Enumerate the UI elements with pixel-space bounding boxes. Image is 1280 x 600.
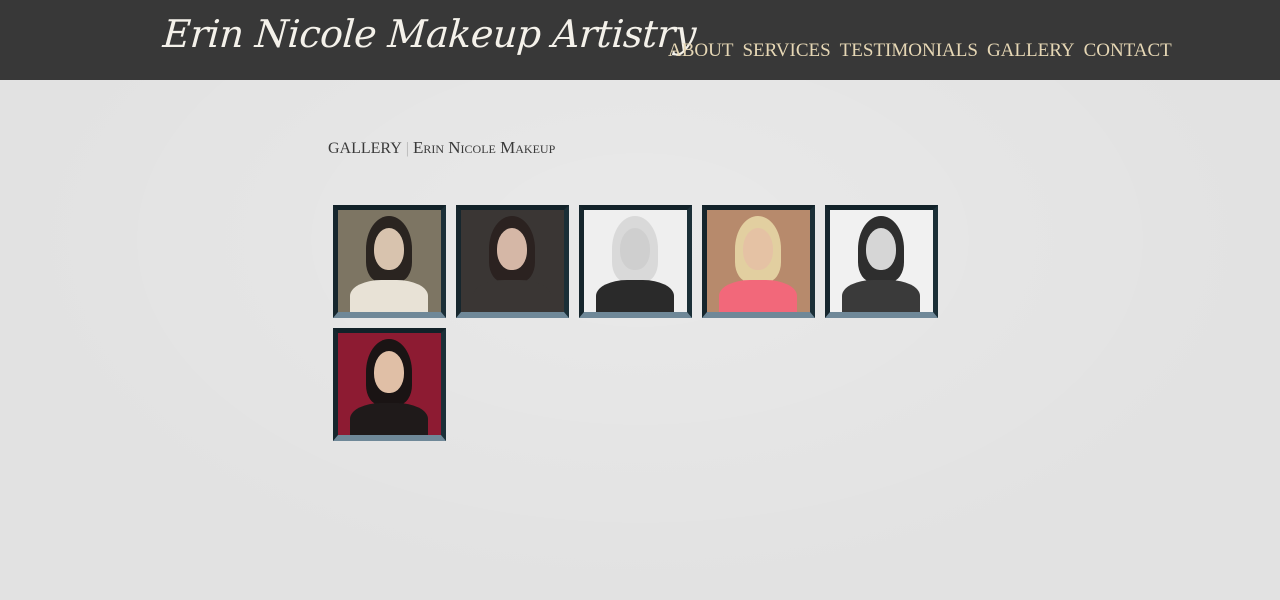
title-separator: | — [405, 140, 409, 157]
main-nav: ABOUT SERVICES TESTIMONIALS GALLERY CONT… — [668, 40, 1172, 62]
portrait-face — [374, 228, 404, 270]
gallery-thumbnail-blonde-coral-top[interactable] — [702, 205, 815, 318]
gallery-thumbnail-curly-bw-portrait[interactable] — [825, 205, 938, 318]
gallery-thumbnail-blonde-bw-jacket[interactable] — [579, 205, 692, 318]
portrait-photo — [584, 210, 687, 312]
section-title: GALLERY — [328, 140, 402, 157]
site-logo[interactable]: Erin Nicole Makeup Artistry — [161, 12, 697, 56]
portrait-photo — [338, 210, 441, 312]
portrait-photo — [461, 210, 564, 312]
portrait-body — [719, 280, 797, 312]
portrait-face — [866, 228, 896, 270]
portrait-photo — [338, 333, 441, 435]
nav-about[interactable]: ABOUT — [668, 40, 733, 62]
portrait-photo — [707, 210, 810, 312]
portrait-body — [842, 280, 920, 312]
nav-testimonials[interactable]: TESTIMONIALS — [840, 40, 978, 62]
portrait-face — [497, 228, 527, 270]
portrait-face — [374, 351, 404, 393]
portrait-face — [620, 228, 650, 270]
page-title: GALLERY | Erin Nicole Makeup — [328, 138, 555, 158]
portrait-face — [743, 228, 773, 270]
gallery-thumbnail-brunette-closeup[interactable] — [456, 205, 569, 318]
portrait-body — [350, 280, 428, 312]
nav-contact[interactable]: CONTACT — [1084, 40, 1172, 62]
portrait-photo — [830, 210, 933, 312]
site-header: Erin Nicole Makeup Artistry ABOUT SERVIC… — [0, 0, 1280, 80]
gallery-thumbnail-bride-portrait[interactable] — [333, 205, 446, 318]
portrait-body — [596, 280, 674, 312]
portrait-body — [473, 280, 551, 312]
nav-services[interactable]: SERVICES — [742, 40, 830, 62]
gallery-thumbnail-red-backdrop-portrait[interactable] — [333, 328, 446, 441]
nav-gallery[interactable]: GALLERY — [987, 40, 1075, 62]
portrait-body — [350, 403, 428, 435]
site-name: Erin Nicole Makeup — [412, 138, 556, 157]
